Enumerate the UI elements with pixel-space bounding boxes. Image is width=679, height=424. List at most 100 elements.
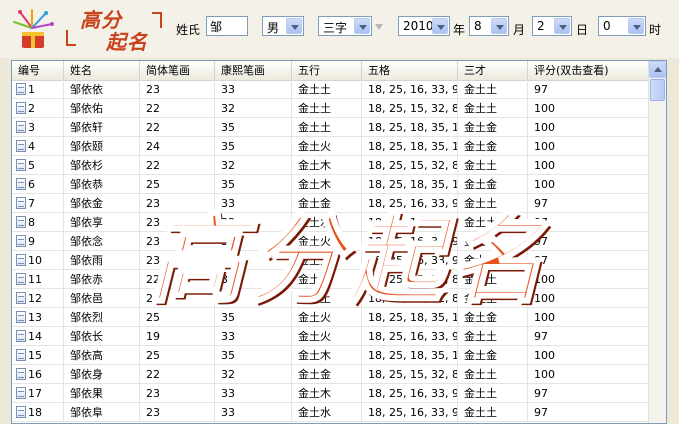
month-label: 月	[513, 23, 526, 37]
column-id-header[interactable]: 编号	[12, 61, 64, 80]
table-row[interactable]: 15 邹依高 25 35 金土木 18, 25, 18, 35, 11 金土金 100	[12, 346, 650, 365]
column-score-cell: 97	[528, 232, 650, 251]
year-select[interactable]: 2010	[398, 16, 450, 36]
column-kangxi-strokes-header[interactable]: 康熙笔画	[215, 61, 292, 80]
column-kangxi-strokes-cell: 32	[215, 99, 292, 118]
column-wuxing-cell: 金土土	[292, 99, 362, 118]
row-id: 10	[28, 254, 42, 267]
column-name-cell: 邹依雨	[64, 251, 140, 270]
table-row[interactable]: 11 邹依赤 22 32 金土金 18, 25, 15, 32, 8 金土土 100	[12, 270, 650, 289]
column-score-cell: 100	[528, 365, 650, 384]
table-row[interactable]: 2 邹依佑 22 32 金土土 18, 25, 15, 32, 8 金土土 100	[12, 99, 650, 118]
column-name-cell: 邹依颐	[64, 137, 140, 156]
dropdown-arrow-icon[interactable]	[491, 18, 507, 34]
vertical-scrollbar[interactable]	[648, 61, 666, 423]
dropdown-arrow-icon[interactable]	[554, 18, 570, 34]
column-name-cell: 邹依念	[64, 232, 140, 251]
gender-select[interactable]: 男	[262, 16, 304, 36]
table-row[interactable]: 17 邹依果 23 33 金土木 18, 25, 16, 33, 9 金土土 97	[12, 384, 650, 403]
column-name-header[interactable]: 姓名	[64, 61, 140, 80]
column-wuge-header[interactable]: 五格	[362, 61, 458, 80]
column-name-cell: 邹依享	[64, 213, 140, 232]
table-row[interactable]: 8 邹依享 23 33 金土水 18, 25, 16, 33, 9 金土土 97	[12, 213, 650, 232]
column-id-cell: 8	[12, 213, 64, 232]
column-id-cell: 16	[12, 365, 64, 384]
column-id-cell: 2	[12, 99, 64, 118]
scroll-up-icon[interactable]	[649, 61, 666, 78]
column-sancai-cell: 金土土	[458, 232, 528, 251]
row-id: 16	[28, 368, 42, 381]
table-row[interactable]: 1 邹依依 23 33 金土土 18, 25, 16, 33, 9 金土土 97	[12, 80, 650, 99]
column-simplified-strokes-cell: 22	[140, 118, 215, 137]
dropdown-arrow-icon[interactable]	[354, 18, 370, 34]
name-length-select[interactable]: 三字	[318, 16, 372, 36]
column-wuge-cell: 18, 25, 18, 35, 11	[362, 175, 458, 194]
table-row[interactable]: 9 邹依念 23 33 金土火 18, 25, 16, 33, 9 金土土 97	[12, 232, 650, 251]
column-name-cell: 邹依依	[64, 80, 140, 99]
column-kangxi-strokes-cell: 35	[215, 346, 292, 365]
dropdown-arrow-icon[interactable]	[432, 18, 448, 34]
table-row[interactable]: 14 邹依长 19 33 金土火 18, 25, 16, 33, 9 金土土 97	[12, 327, 650, 346]
row-document-icon	[16, 197, 26, 209]
column-kangxi-strokes-cell: 33	[215, 327, 292, 346]
column-sancai-cell: 金土土	[458, 327, 528, 346]
column-simplified-strokes-header[interactable]: 简体笔画	[140, 61, 215, 80]
column-score-cell: 100	[528, 289, 650, 308]
row-document-icon	[16, 140, 26, 152]
column-name-cell: 邹依身	[64, 365, 140, 384]
column-sancai-header[interactable]: 三才	[458, 61, 528, 80]
column-sancai-cell: 金土土	[458, 270, 528, 289]
column-score-cell: 100	[528, 118, 650, 137]
row-id: 7	[28, 197, 35, 210]
column-wuge-cell: 18, 25, 18, 35, 11	[362, 137, 458, 156]
column-kangxi-strokes-cell: 32	[215, 289, 292, 308]
day-value: 2	[537, 19, 545, 33]
table-row[interactable]: 7 邹依金 23 33 金土金 18, 25, 16, 33, 9 金土土 97	[12, 194, 650, 213]
column-score-cell: 97	[528, 403, 650, 422]
name-results-table[interactable]: 编号 姓名 简体笔画 康熙笔画 五行 五格 三才 评分(双击查看) 1 邹依依 23 33 金土土 18…	[11, 60, 667, 424]
column-sancai-cell: 金土土	[458, 365, 528, 384]
column-kangxi-strokes-cell: 32	[215, 365, 292, 384]
surname-input[interactable]	[206, 16, 248, 36]
table-row[interactable]: 6 邹依恭 25 35 金土木 18, 25, 18, 35, 11 金土金 100	[12, 175, 650, 194]
column-wuxing-cell: 金土土	[292, 118, 362, 137]
column-name-cell: 邹依杉	[64, 156, 140, 175]
column-wuge-cell: 18, 25, 15, 32, 8	[362, 156, 458, 175]
column-name-cell: 邹依邑	[64, 289, 140, 308]
scroll-thumb[interactable]	[650, 79, 665, 101]
column-wuxing-header[interactable]: 五行	[292, 61, 362, 80]
table-row[interactable]: 3 邹依轩 22 35 金土土 18, 25, 18, 35, 11 金土金 100	[12, 118, 650, 137]
year-value: 2010	[403, 19, 434, 33]
toolbar: 高分 起名 姓氏 男 三字 2010 年 8 月 2 日 0 时	[0, 0, 679, 58]
table-row[interactable]: 4 邹依颐 24 35 金土火 18, 25, 18, 35, 11 金土金 100	[12, 137, 650, 156]
table-row[interactable]: 13 邹依烈 25 35 金土火 18, 25, 18, 35, 11 金土金 100	[12, 308, 650, 327]
hour-select[interactable]: 0	[598, 16, 646, 36]
row-document-icon	[16, 349, 26, 361]
column-score-header[interactable]: 评分(双击查看)	[528, 61, 650, 80]
column-wuge-cell: 18, 25, 16, 33, 9	[362, 232, 458, 251]
row-document-icon	[16, 178, 26, 190]
app-logo: 高分 起名	[66, 4, 162, 54]
table-row[interactable]: 16 邹依身 22 32 金土金 18, 25, 15, 32, 8 金土土 100	[12, 365, 650, 384]
column-id-cell: 17	[12, 384, 64, 403]
dropdown-arrow-icon[interactable]	[628, 18, 644, 34]
table-row[interactable]: 5 邹依杉 22 32 金土木 18, 25, 15, 32, 8 金土土 100	[12, 156, 650, 175]
day-select[interactable]: 2	[532, 16, 572, 36]
column-wuge-cell: 18, 25, 18, 35, 11	[362, 118, 458, 137]
column-id-cell: 15	[12, 346, 64, 365]
column-wuxing-cell: 金土金	[292, 270, 362, 289]
dropdown-arrow-icon[interactable]	[286, 18, 302, 34]
column-sancai-cell: 金土金	[458, 308, 528, 327]
table-row[interactable]: 18 邹依阜 23 33 金土水 18, 25, 16, 33, 9 金土土 97	[12, 403, 650, 422]
row-id: 2	[28, 102, 35, 115]
column-kangxi-strokes-cell: 33	[215, 384, 292, 403]
table-header: 编号 姓名 简体笔画 康熙笔画 五行 五格 三才 评分(双击查看)	[12, 61, 650, 81]
table-row[interactable]: 10 邹依雨 23 33 金土火 18, 25, 16, 33, 9 金土土 97	[12, 251, 650, 270]
column-name-cell: 邹依赤	[64, 270, 140, 289]
column-name-cell: 邹依烈	[64, 308, 140, 327]
column-wuxing-cell: 金土木	[292, 156, 362, 175]
month-select[interactable]: 8	[469, 16, 509, 36]
row-id: 11	[28, 273, 42, 286]
table-row[interactable]: 12 邹依邑 22 32 金土土 18, 25, 15, 32, 8 金土土 100	[12, 289, 650, 308]
column-wuxing-cell: 金土金	[292, 365, 362, 384]
